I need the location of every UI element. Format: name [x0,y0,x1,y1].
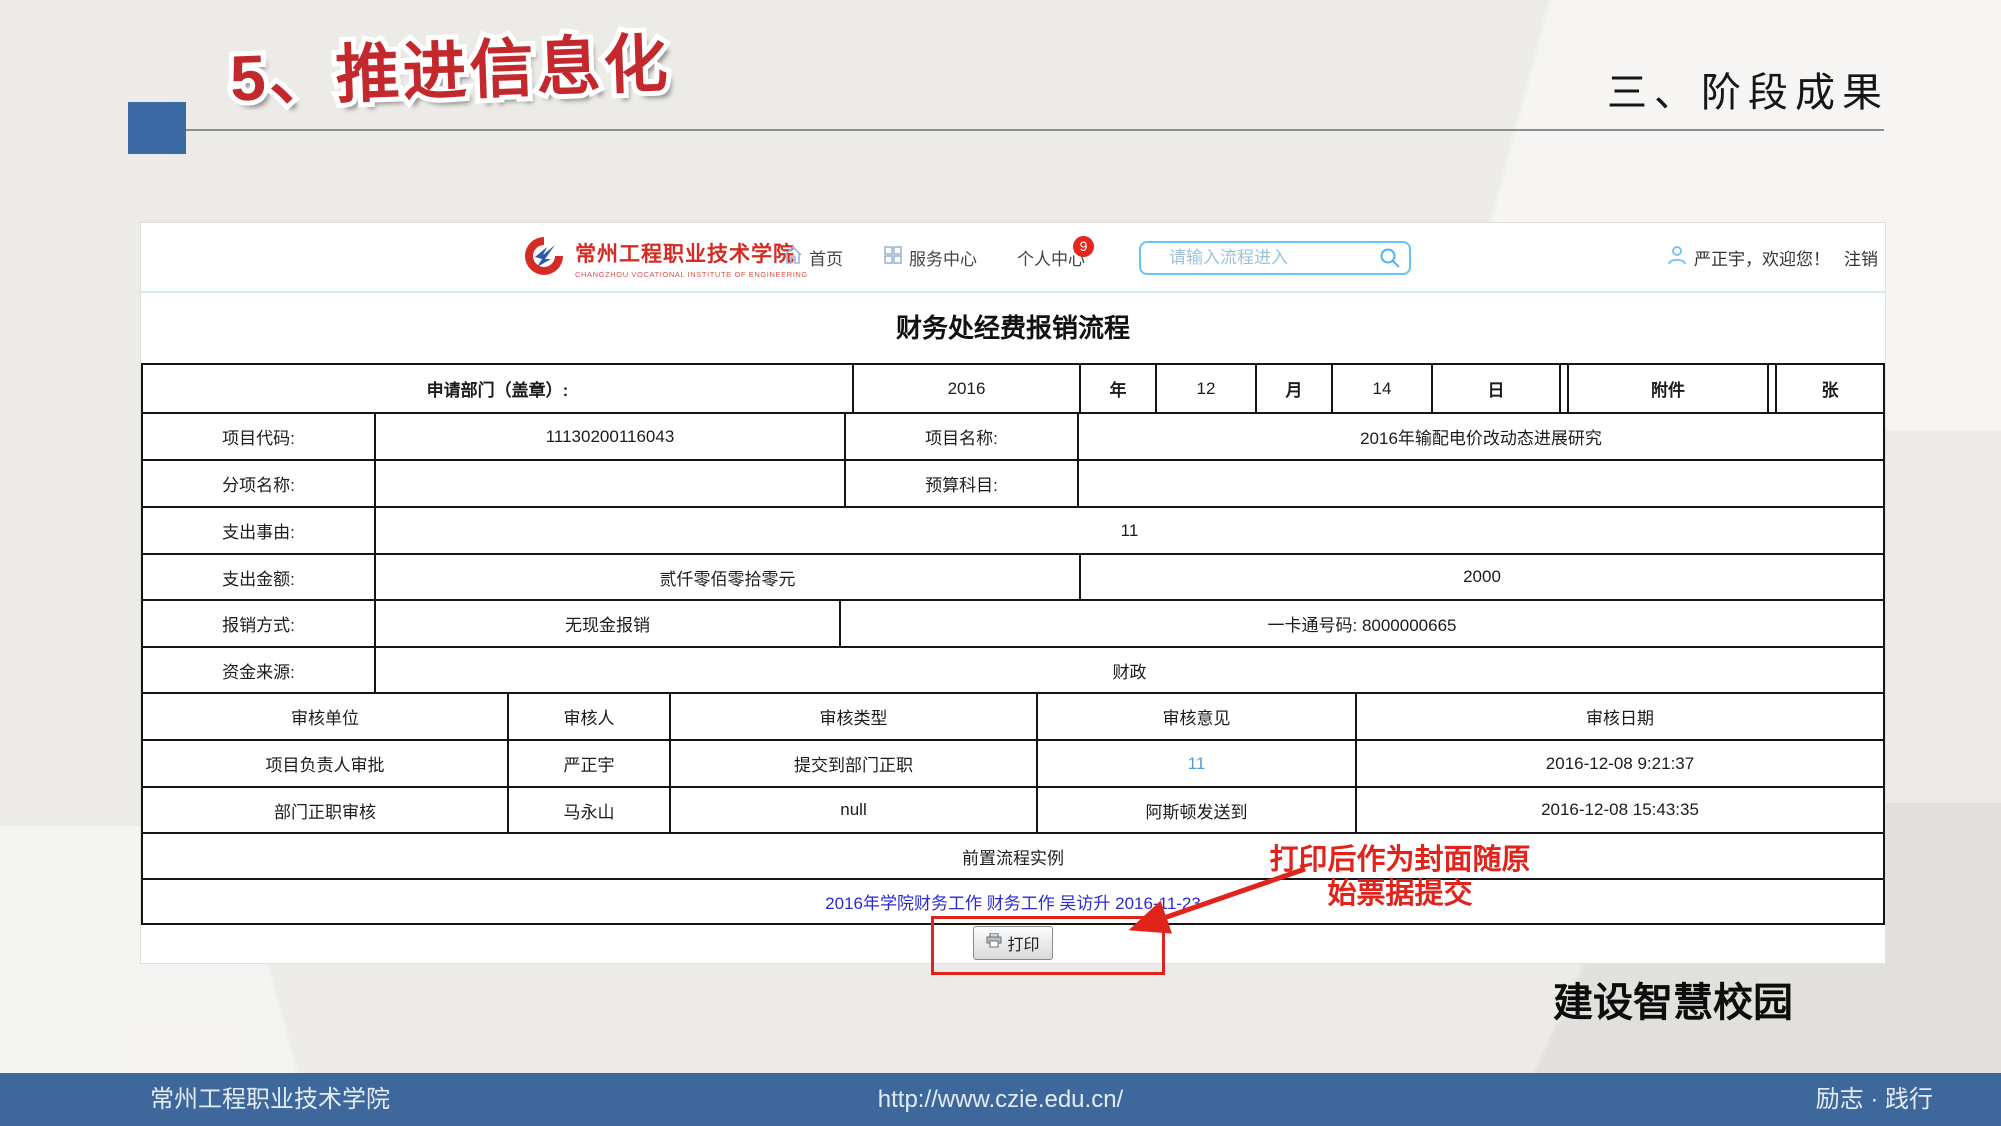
budget-value [1079,461,1883,506]
table-row-source: 资金来源: 财政 [143,648,1883,694]
reimbursement-table: 申请部门（盖章）: 2016 年 12 月 14 日 附件 张 项目代码: 11… [141,363,1885,925]
year-value: 2016 [854,365,1081,412]
slide-caption: 建设智慧校园 [1553,970,1793,1028]
footer-url: http://www.czie.edu.cn/ [0,1073,2001,1126]
reason-value: 11 [376,508,1883,553]
search-input[interactable] [1139,241,1411,275]
project-code-value: 11130200116043 [376,414,846,459]
audit-row: 项目负责人审批 严正宇 提交到部门正职 11 2016-12-08 9:21:3… [143,741,1883,788]
slide-title-text: 5、推进信息化 [229,27,672,114]
form-title: 财务处经费报销流程 [141,291,1885,363]
nav-item-home[interactable]: 首页 [783,245,843,270]
month-value: 12 [1157,365,1257,412]
footer-motto: 励志 · 践行 [1816,1073,1933,1126]
dept-label: 申请部门（盖章）: [143,365,854,412]
search-box [1139,241,1411,275]
webpage-card: 常州工程职业技术学院 CHANGZHOU VOCATIONAL INSTITUT… [140,222,1886,964]
annotation-arrow [1100,855,1330,950]
user-area: 严正宇，欢迎您！ 注销 [1666,223,1878,291]
spacer-cell [1561,365,1569,412]
day-unit: 日 [1433,365,1561,412]
spacer-cell [1769,365,1777,412]
source-label: 资金来源: [143,648,376,692]
table-row-dept-date: 申请部门（盖章）: 2016 年 12 月 14 日 附件 张 [143,365,1883,414]
amount-number: 2000 [1081,555,1883,599]
audit-row: 部门正职审核 马永山 null 阿斯顿发送到 2016-12-08 15:43:… [143,788,1883,834]
nav-label: 服务中心 [909,245,977,270]
home-icon [783,245,803,270]
audit-cell-person: 严正宇 [509,741,671,786]
amount-chinese: 贰仟零佰零拾零元 [376,555,1081,599]
day-value: 14 [1333,365,1433,412]
audit-cell-unit: 部门正职审核 [143,788,509,832]
project-code-label: 项目代码: [143,414,376,459]
nav-item-services[interactable]: 服务中心 [883,245,977,270]
audit-cell-unit: 项目负责人审批 [143,741,509,786]
pre-process-label: 前置流程实例 [143,834,1883,878]
table-row-amount: 支出金额: 贰仟零佰零拾零元 2000 [143,555,1883,601]
slide: 5、推进信息化 5、推进信息化 三、阶段成果 常州工程职业技术学院 CHANGZ… [0,0,2001,1126]
table-row-method: 报销方式: 无现金报销 一卡通号码: 8000000665 [143,601,1883,648]
nav-label: 首页 [809,245,843,270]
audit-cell-date: 2016-12-08 9:21:37 [1357,741,1883,786]
slide-title: 5、推进信息化 5、推进信息化 [229,28,672,114]
audit-header-type: 审核类型 [671,694,1038,739]
project-name-value: 2016年输配电价改动态进展研究 [1079,414,1883,459]
table-row-subitem: 分项名称: 预算科目: [143,461,1883,508]
audit-cell-person: 马永山 [509,788,671,832]
logo-text: 常州工程职业技术学院 CHANGZHOU VOCATIONAL INSTITUT… [575,238,808,279]
card-number-value: 一卡通号码: 8000000665 [841,601,1883,646]
audit-header-row: 审核单位 审核人 审核类型 审核意见 审核日期 [143,694,1883,741]
attachment-label: 附件 [1569,365,1769,412]
audit-cell-type: 提交到部门正职 [671,741,1038,786]
table-row-project: 项目代码: 11130200116043 项目名称: 2016年输配电价改动态进… [143,414,1883,461]
logo-cn: 常州工程职业技术学院 [575,238,808,268]
slide-footer: 常州工程职业技术学院 http://www.czie.edu.cn/ 励志 · … [0,1073,2001,1126]
notification-badge: 9 [1073,236,1094,257]
audit-cell-date: 2016-12-08 15:43:35 [1357,788,1883,832]
audit-header-person: 审核人 [509,694,671,739]
month-unit: 月 [1257,365,1333,412]
audit-header-opinion: 审核意见 [1038,694,1357,739]
main-nav: 首页 服务中心 个人中心 9 [783,223,1085,291]
sheet-unit: 张 [1777,365,1883,412]
amount-label: 支出金额: [143,555,376,599]
budget-label: 预算科目: [846,461,1079,506]
user-greeting: 严正宇，欢迎您！ [1694,245,1830,270]
site-logo[interactable]: 常州工程职业技术学院 CHANGZHOU VOCATIONAL INSTITUT… [521,233,808,284]
user-icon [1666,244,1688,271]
nav-item-profile[interactable]: 个人中心 9 [1017,245,1085,270]
pre-process-row: 前置流程实例 [143,834,1883,880]
audit-cell-opinion: 11 [1038,741,1357,786]
sub-item-label: 分项名称: [143,461,376,506]
source-value: 财政 [376,648,1883,692]
method-value: 无现金报销 [376,601,841,646]
site-header: 常州工程职业技术学院 CHANGZHOU VOCATIONAL INSTITUT… [141,223,1885,293]
reason-label: 支出事由: [143,508,376,553]
audit-header-unit: 审核单位 [143,694,509,739]
method-label: 报销方式: [143,601,376,646]
logout-link[interactable]: 注销 [1844,245,1878,270]
audit-cell-type: null [671,788,1038,832]
audit-cell-opinion: 阿斯顿发送到 [1038,788,1357,832]
section-label: 三、阶段成果 [1607,60,1889,118]
audit-header-date: 审核日期 [1357,694,1883,739]
divider-line [186,129,1884,131]
table-row-reason: 支出事由: 11 [143,508,1883,555]
search-icon[interactable] [1379,247,1401,274]
sub-item-value [376,461,846,506]
project-name-label: 项目名称: [846,414,1079,459]
grid-icon [883,245,903,270]
year-unit: 年 [1081,365,1157,412]
decor-blue-square [128,102,186,154]
logo-icon [521,233,567,284]
logo-en: CHANGZHOU VOCATIONAL INSTITUTE OF ENGINE… [575,270,808,279]
